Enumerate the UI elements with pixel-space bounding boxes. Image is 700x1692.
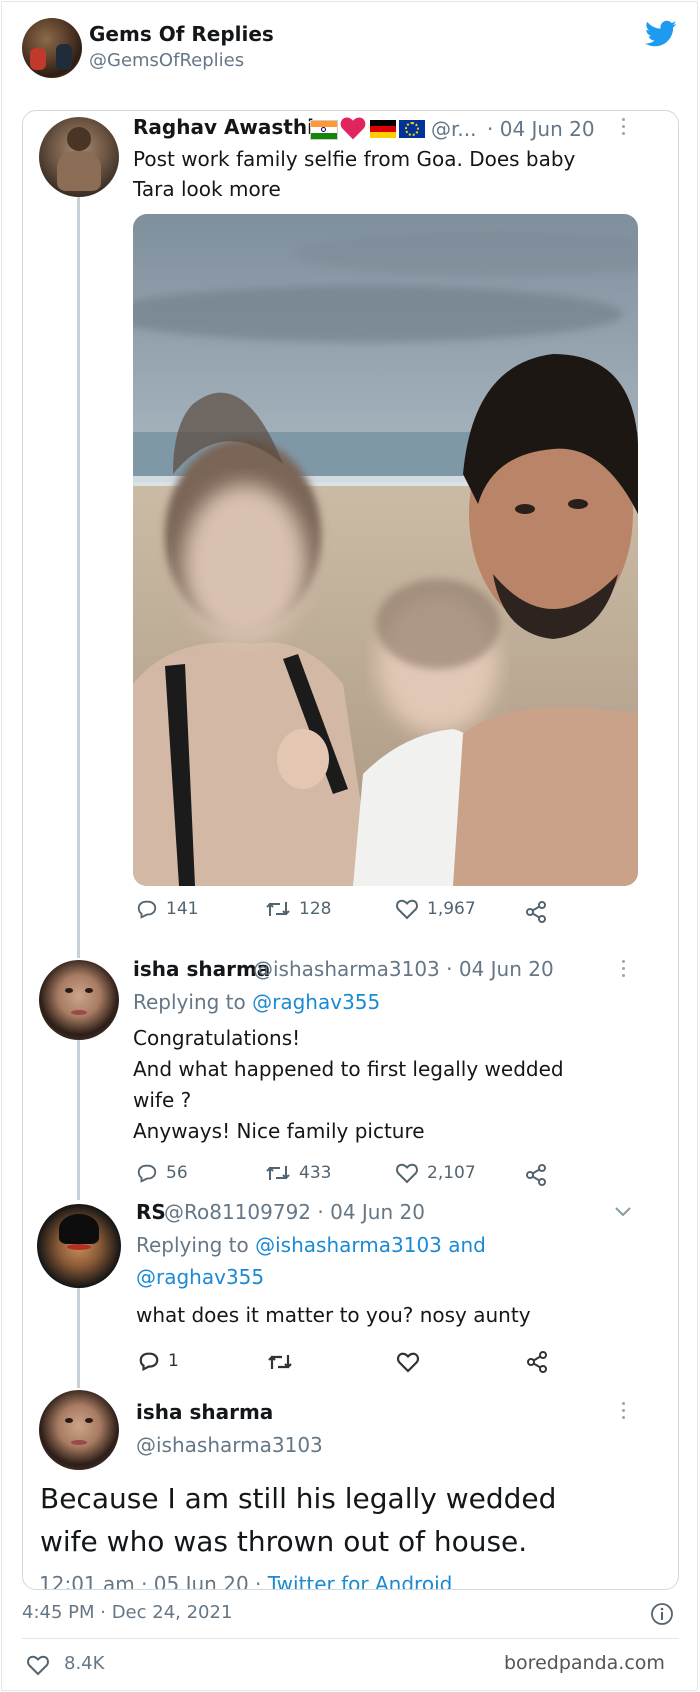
reply-count: 141 <box>166 899 199 919</box>
isha-avatar[interactable] <box>39 1390 119 1470</box>
reply-count: 56 <box>166 1163 188 1183</box>
retweet-icon <box>266 1166 290 1180</box>
tweet4-meta-clip: 12:01 am · 05 Jun 20 · Twitter for Andro… <box>23 1565 678 1589</box>
isha-handle-date[interactable]: @ishasharma3103 · 04 Jun 20 <box>253 957 554 981</box>
tweet2-line4: Anyways! Nice family picture <box>133 1119 425 1143</box>
retweet-count: 433 <box>299 1163 332 1183</box>
heart-icon[interactable] <box>26 1654 50 1676</box>
chevron-down-icon[interactable] <box>614 1206 632 1218</box>
heart-icon <box>396 899 418 920</box>
retweet-count: 128 <box>299 899 332 919</box>
tweet3-text: what does it matter to you? nosy aunty <box>136 1303 531 1327</box>
source-link[interactable]: Twitter for Android <box>268 1572 453 1589</box>
red-heart-icon <box>340 117 366 140</box>
isha-handle[interactable]: @ishasharma3103 <box>136 1433 323 1457</box>
tweet2-line2: And what happened to first legally wedde… <box>133 1057 564 1081</box>
info-icon[interactable] <box>650 1602 674 1626</box>
reply-button[interactable]: 56 <box>136 1162 188 1184</box>
account-avatar[interactable] <box>22 18 82 78</box>
retweet-button[interactable]: 128 <box>265 898 331 920</box>
tweet4-time: 12:01 am · 05 Jun 20 · <box>39 1572 262 1589</box>
more-options-icon[interactable] <box>621 1402 627 1423</box>
replying-prefix: Replying to <box>133 990 246 1014</box>
rs-handle-date[interactable]: @Ro81109792 · 04 Jun 20 <box>164 1200 425 1224</box>
tweet2-line3: wife ? <box>133 1088 192 1112</box>
share-icon[interactable] <box>525 1350 549 1374</box>
rs-replying-line: Replying to @ishasharma3103 and <box>136 1233 486 1257</box>
more-options-icon[interactable] <box>621 960 627 981</box>
germany-flag-icon <box>370 120 396 138</box>
share-icon[interactable] <box>524 900 548 924</box>
retweet-icon[interactable] <box>267 1351 293 1373</box>
thread-line <box>77 196 80 958</box>
tweet4-meta: 12:01 am · 05 Jun 20 · Twitter for Andro… <box>39 1572 452 1589</box>
mention-link[interactable]: @raghav355 <box>136 1265 264 1289</box>
embed-timestamp[interactable]: 4:45 PM · Dec 24, 2021 <box>22 1602 232 1623</box>
like-button[interactable]: 1,967 <box>395 898 476 920</box>
more-options-icon[interactable] <box>621 118 627 139</box>
retweet-icon <box>266 902 290 916</box>
raghav-date[interactable]: · 04 Jun 20 <box>487 117 595 141</box>
reply-button[interactable]: 1 <box>138 1350 179 1372</box>
like-count: 1,967 <box>427 899 476 919</box>
heart-icon <box>396 1163 418 1184</box>
replying-to-line: Replying to @raghav355 <box>133 990 380 1014</box>
thread-line <box>77 1040 80 1200</box>
isha-avatar[interactable] <box>39 960 119 1040</box>
like-count: 2,107 <box>427 1163 476 1183</box>
tweet4-line1: Because I am still his legally wedded <box>40 1482 557 1515</box>
embed-like-count: 8.4K <box>64 1653 105 1674</box>
account-name[interactable]: Gems Of Replies <box>89 22 274 46</box>
twitter-bird-icon[interactable] <box>645 20 677 48</box>
india-flag-icon <box>310 120 338 140</box>
reply-icon <box>137 900 157 919</box>
tweet1-text-line1: Post work family selfie from Goa. Does b… <box>133 147 576 171</box>
retweet-button[interactable]: 433 <box>265 1162 331 1184</box>
eu-flag-icon <box>399 120 425 138</box>
like-button[interactable]: 2,107 <box>395 1162 476 1184</box>
tweet2-line1: Congratulations! <box>133 1026 301 1050</box>
reply-count: 1 <box>168 1351 179 1371</box>
tweet4-line2: wife who was thrown out of house. <box>40 1525 528 1558</box>
rs-avatar[interactable] <box>37 1204 121 1288</box>
family-selfie-photo[interactable] <box>133 214 638 886</box>
isha-name[interactable]: isha sharma <box>133 957 270 981</box>
reply-button[interactable]: 141 <box>136 898 198 920</box>
tweet1-text-line2: Tara look more <box>133 177 281 201</box>
raghav-handle[interactable]: @r... <box>431 117 476 141</box>
rs-name[interactable]: RS <box>136 1200 166 1224</box>
isha-name[interactable]: isha sharma <box>136 1400 273 1424</box>
mention-link[interactable]: @raghav355 <box>252 990 380 1014</box>
raghav-name[interactable]: Raghav Awasthi <box>133 115 314 139</box>
reply-icon <box>139 1352 159 1372</box>
share-icon[interactable] <box>524 1163 548 1187</box>
heart-icon[interactable] <box>396 1351 420 1373</box>
mention-link[interactable]: @ishasharma3103 and <box>255 1233 486 1257</box>
raghav-avatar[interactable] <box>39 117 119 197</box>
replying-prefix: Replying to <box>136 1233 249 1257</box>
boredpanda-watermark: boredpanda.com <box>504 1652 665 1674</box>
footer-divider <box>22 1638 679 1639</box>
thread-line <box>77 1288 80 1388</box>
reply-icon <box>137 1164 157 1183</box>
account-handle[interactable]: @GemsOfReplies <box>89 50 244 71</box>
